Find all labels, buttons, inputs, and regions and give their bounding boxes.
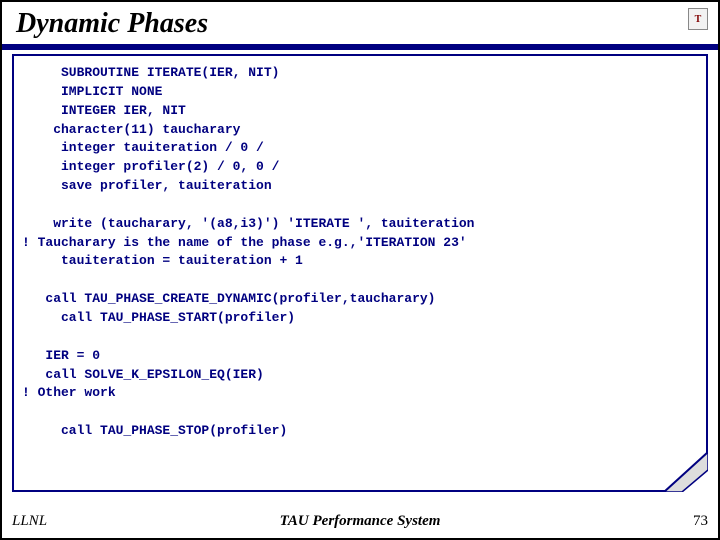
page-fold-icon xyxy=(664,452,708,492)
content-frame: SUBROUTINE ITERATE(IER, NIT) IMPLICIT NO… xyxy=(12,54,708,492)
footer-center: TAU Performance System xyxy=(2,513,718,530)
slide: T Dynamic Phases SUBROUTINE ITERATE(IER,… xyxy=(0,0,720,540)
page-number: 73 xyxy=(693,513,708,530)
tau-logo-icon: T xyxy=(688,8,708,30)
title-rule xyxy=(2,44,718,50)
slide-title: Dynamic Phases xyxy=(2,2,718,44)
code-block: SUBROUTINE ITERATE(IER, NIT) IMPLICIT NO… xyxy=(14,56,706,449)
